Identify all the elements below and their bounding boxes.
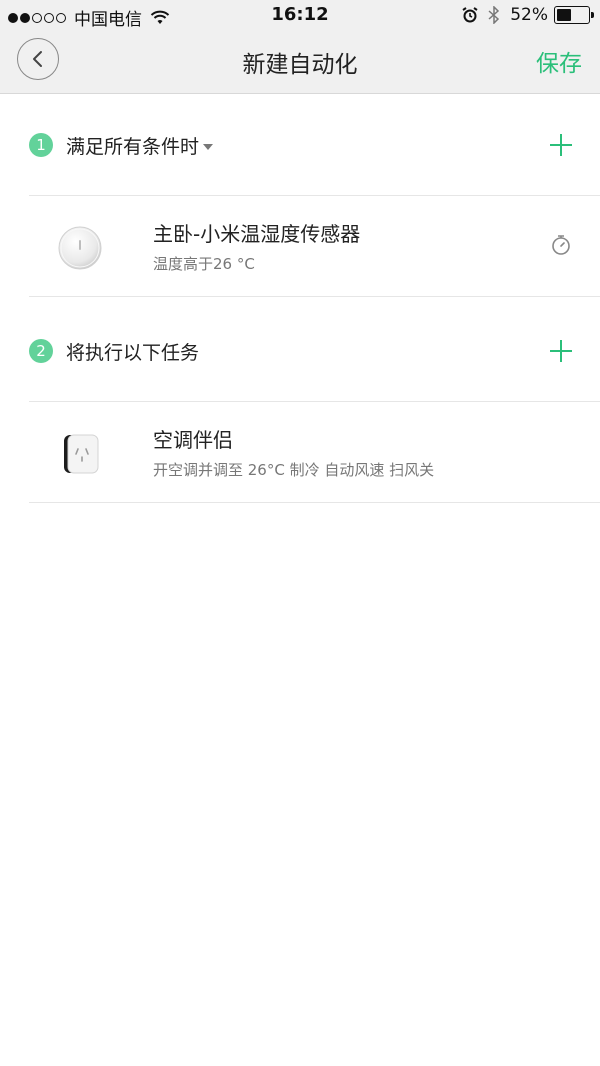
condition-mode-label: 满足所有条件时 xyxy=(66,136,200,158)
page-title: 新建自动化 xyxy=(242,52,358,78)
battery-percent: 52% xyxy=(510,5,548,25)
action-section-label: 将执行以下任务 xyxy=(66,338,199,365)
device-name: 主卧-小米温湿度传感器 xyxy=(153,222,361,246)
temperature-sensor-icon xyxy=(58,226,102,270)
ac-companion-plug-icon xyxy=(64,434,99,474)
save-button[interactable]: 保存 xyxy=(536,44,582,78)
condition-mode-selector[interactable]: 满足所有条件时 xyxy=(66,132,214,159)
bluetooth-icon xyxy=(488,6,500,24)
device-name: 空调伴侣 xyxy=(153,428,233,452)
battery-icon xyxy=(554,6,594,24)
step-number-badge: 2 xyxy=(29,339,53,363)
action-item[interactable]: 空调伴侣 开空调并调至 26°C 制冷 自动风速 扫风关 xyxy=(0,402,600,502)
alarm-icon xyxy=(462,7,478,23)
divider xyxy=(29,502,600,503)
dropdown-caret-icon xyxy=(203,143,214,150)
condition-section-header: 1 满足所有条件时 xyxy=(0,95,600,195)
device-description: 开空调并调至 26°C 制冷 自动风速 扫风关 xyxy=(153,461,435,479)
add-action-button[interactable] xyxy=(550,340,572,362)
status-right: 52% xyxy=(462,5,594,25)
condition-item[interactable]: 主卧-小米温湿度传感器 温度高于26 °C xyxy=(0,196,600,296)
action-label: 将执行以下任务 xyxy=(66,342,200,364)
device-description: 温度高于26 °C xyxy=(153,255,255,273)
nav-header: 新建自动化 保存 xyxy=(0,30,600,94)
status-bar: 中国电信 16:12 52% xyxy=(0,0,600,30)
action-section-header: 2 将执行以下任务 xyxy=(0,297,600,397)
step-number-badge: 1 xyxy=(29,133,53,157)
timer-icon[interactable] xyxy=(551,234,571,256)
add-condition-button[interactable] xyxy=(550,134,572,156)
